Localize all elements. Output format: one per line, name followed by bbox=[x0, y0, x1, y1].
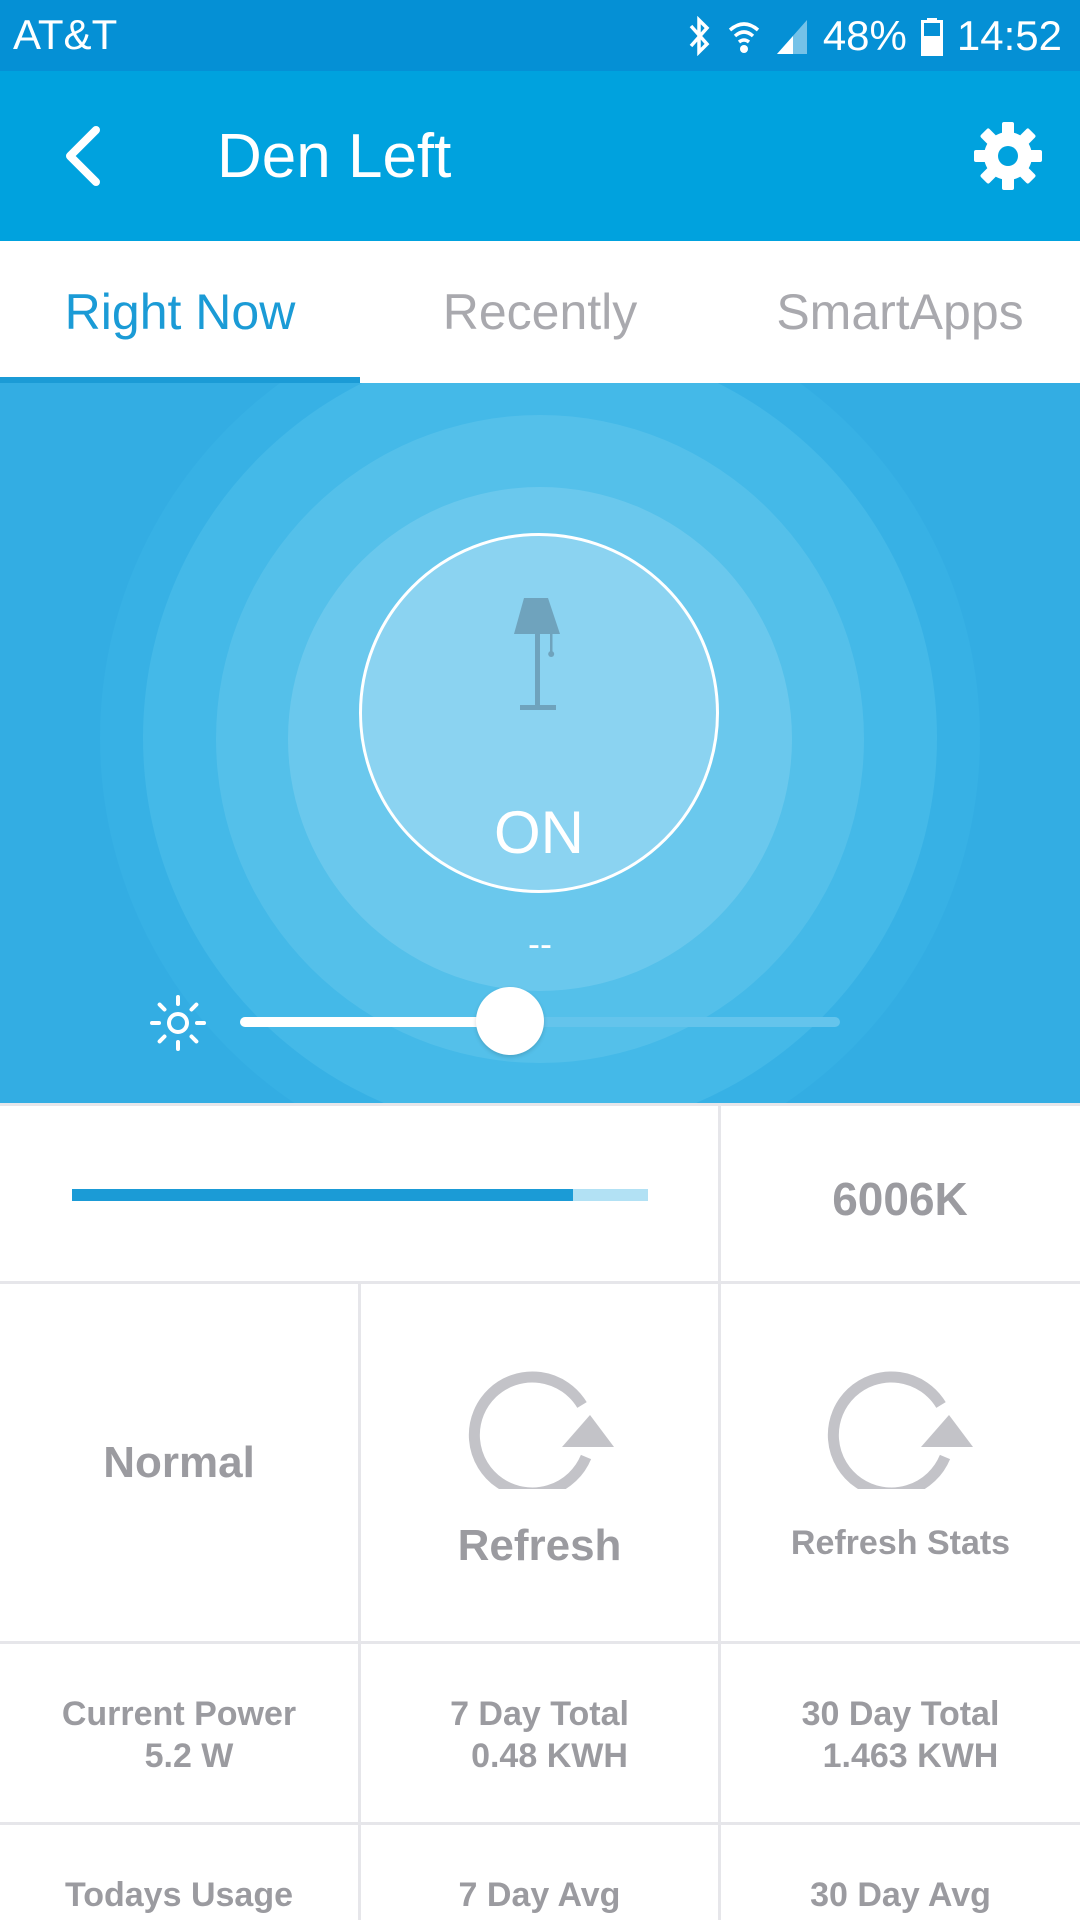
gear-icon bbox=[974, 122, 1042, 190]
level-readout: -- bbox=[528, 923, 552, 964]
battery-icon bbox=[920, 18, 943, 56]
wifi-icon bbox=[728, 22, 759, 53]
color-temperature-slider-fill bbox=[72, 1189, 574, 1201]
app-bar: Den Left bbox=[0, 71, 1080, 241]
divider bbox=[0, 1641, 1080, 1644]
chevron-left-icon bbox=[66, 126, 100, 186]
floor-lamp-icon bbox=[514, 598, 560, 710]
color-temperature-slider[interactable] bbox=[72, 1189, 648, 1201]
seven-day-total-label: 7 Day Total bbox=[450, 1695, 629, 1733]
brightness-slider-thumb[interactable] bbox=[476, 987, 544, 1055]
sun-icon bbox=[150, 995, 206, 1051]
carrier-label: AT&T bbox=[13, 11, 118, 58]
signal-icon bbox=[776, 20, 807, 54]
current-power-label: Current Power bbox=[61, 1695, 297, 1733]
tab-recently[interactable]: Recently bbox=[360, 241, 720, 383]
status-icons: 48% 14:52 bbox=[687, 8, 1062, 64]
back-button[interactable] bbox=[48, 116, 128, 196]
tab-smartapps[interactable]: SmartApps bbox=[720, 241, 1080, 383]
tab-label: Recently bbox=[442, 284, 638, 340]
current-power-value: 5.2 W bbox=[144, 1737, 234, 1775]
tab-bar: Right Now Recently SmartApps bbox=[0, 241, 1080, 383]
power-state: ON bbox=[494, 799, 584, 866]
thirty-day-total-label: 30 Day Total bbox=[801, 1695, 1000, 1733]
bluetooth-icon bbox=[689, 16, 710, 56]
tab-right-now[interactable]: Right Now bbox=[0, 241, 360, 383]
refresh-icon bbox=[827, 1371, 973, 1489]
divider bbox=[0, 1822, 1080, 1825]
thirty-day-avg-label: 30 Day Avg bbox=[810, 1876, 991, 1914]
mode-label: Normal bbox=[103, 1437, 255, 1487]
thirty-day-total-value: 1.463 KWH bbox=[822, 1737, 999, 1775]
seven-day-total-value: 0.48 KWH bbox=[471, 1737, 628, 1775]
refresh-stats-label: Refresh Stats bbox=[790, 1524, 1011, 1562]
page-title: Den Left bbox=[217, 122, 452, 191]
tab-label: SmartApps bbox=[776, 284, 1024, 340]
status-bar: AT&T 48% 14:52 bbox=[0, 0, 1080, 71]
brightness-slider-fill bbox=[240, 1017, 510, 1027]
refresh-stats-tile[interactable]: Refresh Stats bbox=[721, 1284, 1080, 1641]
device-control-panel: ON -- bbox=[0, 383, 1080, 1103]
refresh-icon bbox=[468, 1371, 614, 1489]
todays-usage-label: Todays Usage bbox=[64, 1876, 293, 1914]
color-temperature-value: 6006K bbox=[832, 1173, 968, 1225]
battery-percent: 48% bbox=[822, 12, 907, 59]
power-toggle-button[interactable]: ON bbox=[359, 533, 719, 893]
brightness-slider[interactable] bbox=[240, 987, 840, 1055]
seven-day-avg-label: 7 Day Avg bbox=[458, 1876, 621, 1914]
tab-label: Right Now bbox=[64, 284, 296, 340]
refresh-tile[interactable]: Refresh bbox=[361, 1284, 718, 1641]
clock: 14:52 bbox=[956, 12, 1062, 59]
refresh-label: Refresh bbox=[457, 1521, 622, 1570]
mode-tile[interactable]: Normal bbox=[0, 1284, 358, 1641]
divider bbox=[0, 1103, 1080, 1106]
settings-button[interactable] bbox=[970, 118, 1046, 194]
